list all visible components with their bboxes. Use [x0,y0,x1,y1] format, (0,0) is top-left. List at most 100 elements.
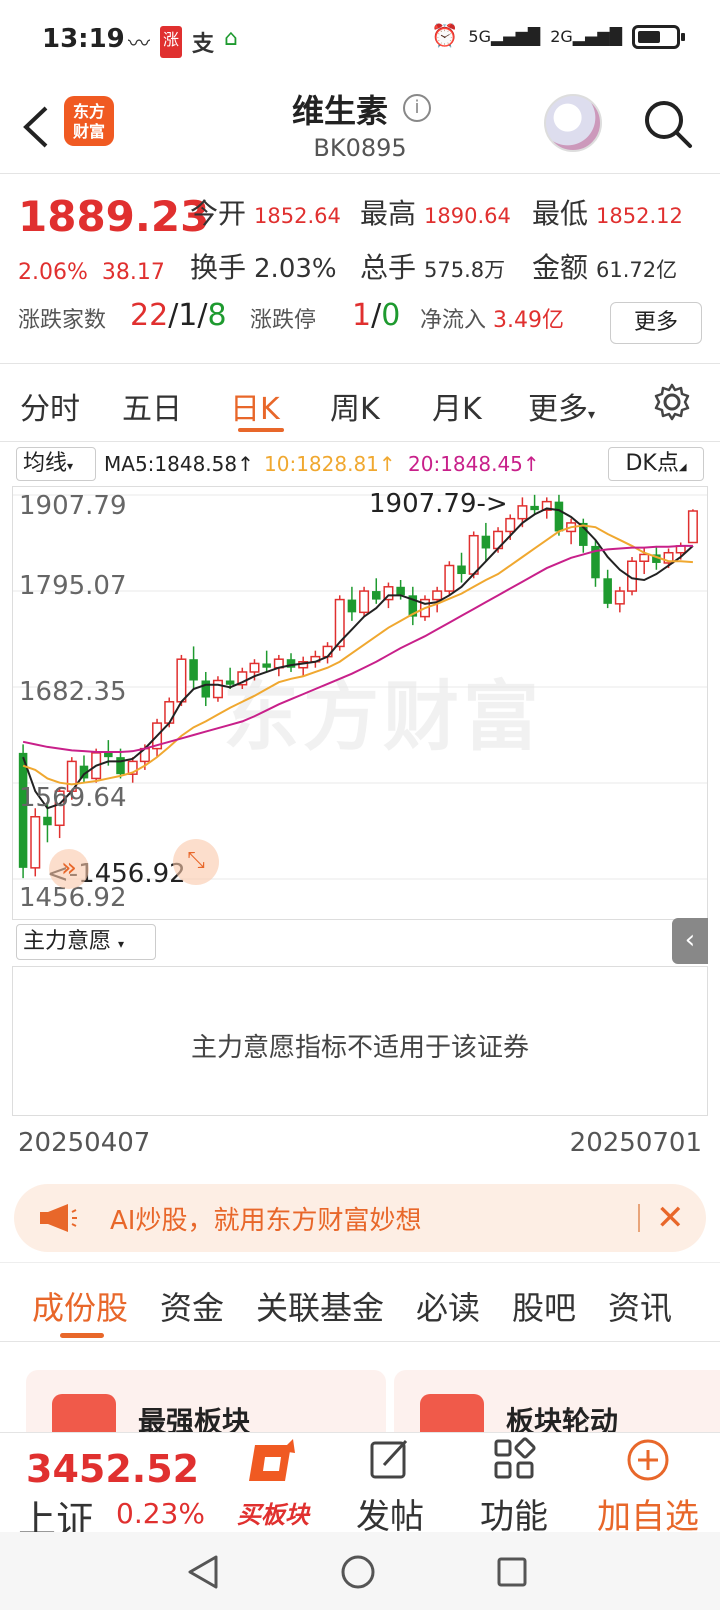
banner-divider [638,1204,640,1232]
chart-start-date: 20250407 [18,1128,151,1158]
megaphone-icon [40,1204,77,1232]
candle-body [554,501,564,532]
limit-count: 1/0 [352,298,401,333]
add-watchlist-button[interactable]: 加自选 [586,1433,710,1537]
collapse-panel-chevron-icon[interactable]: ‹ [672,918,708,964]
tab-intraday[interactable]: 分时 [20,384,80,428]
candle-body [517,505,528,520]
status-time: 13:19 [42,24,125,54]
nav-recents-icon[interactable] [496,1556,528,1588]
ma-select-dropdown[interactable]: 均线▾ [16,447,96,481]
candle [189,646,198,690]
high-field: 最高 1890.64 [360,197,511,230]
volume-field: 总手 575.8万 [360,251,506,284]
candle [603,569,612,609]
candle-body [603,578,612,604]
status-notification-icons: 〰 涨 支 ⌂ [128,26,238,58]
tab-more[interactable]: 更多▾ [528,384,595,428]
turnover-field: 换手 2.03% [190,251,337,284]
info-icon[interactable]: i [403,94,431,122]
assistant-robot-avatar[interactable] [544,94,602,152]
candle [566,518,577,545]
edit-icon [370,1439,408,1479]
status-system-icons: ⏰ 5G▂▄▆█ 2G▂▄▆█ [431,24,685,49]
wind-icon: 〰 [128,32,151,57]
close-icon[interactable]: ✕ [656,1198,685,1238]
candle [457,552,466,583]
candle [30,808,41,877]
tab-constituents[interactable]: 成份股 [32,1283,128,1329]
functions-button[interactable]: 功能 [464,1433,564,1537]
stock-code: BK0895 [313,134,407,162]
nav-back-icon[interactable] [186,1554,220,1590]
tab-news[interactable]: 资讯 [608,1283,672,1329]
candle-body [201,680,211,698]
nav-home-icon[interactable] [340,1554,376,1590]
tab-funds-flow[interactable]: 资金 [160,1283,224,1329]
candle [408,586,418,626]
low-field: 最低 1852.12 [532,197,683,230]
ma10-value: 10:1828.81↑ [264,452,396,476]
tab-related-funds[interactable]: 关联基金 [256,1283,384,1329]
last-price: 1889.23 [18,192,210,241]
search-icon[interactable] [642,98,694,150]
candle-body [30,816,41,869]
candle [687,509,698,544]
ai-banner[interactable]: AI炒股，就用东方财富妙想 ✕ [14,1184,706,1252]
home-icon: ⌂ [224,26,239,51]
page-title: 维生素 [291,92,388,130]
candle-body [468,534,479,575]
y-tick-label: 1682.35 [19,677,127,707]
buy-sector-button[interactable]: 买板块 [218,1433,328,1533]
candle-body [444,564,455,592]
candle [372,578,381,604]
candle [237,667,248,690]
section-tabs: 成份股 资金 关联基金 必读 股吧 资讯 [0,1262,720,1342]
candle-body [116,757,125,775]
system-nav-bar [0,1532,720,1610]
tab-daily-k[interactable]: 日K [230,384,280,428]
candle-body [372,591,381,600]
candle-body [249,662,260,673]
zhang-app-icon: 涨 [160,26,183,58]
index-ticker[interactable]: 3452.52 上证 0.23% [0,1433,210,1542]
tab-weekly-k[interactable]: 周K [330,384,380,428]
tab-forum[interactable]: 股吧 [512,1283,576,1329]
candle [201,671,211,707]
price-change: 2.06% 38.17 [18,260,165,285]
post-button[interactable]: 发帖 [340,1433,440,1537]
candle [530,494,539,515]
candle [298,656,309,677]
dk-point-button[interactable]: DK点◢ [608,447,704,481]
indicator-panel: 主力意愿指标不适用于该证券 [12,966,708,1116]
ma-legend-row: 均线▾ MA5:1848.58↑ 10:1828.81↑ 20:1848.45↑… [0,444,720,484]
updown-count-label: 涨跌家数 [18,308,107,333]
candle [444,561,455,596]
kline-chart[interactable]: 东方财富 1907.79 1795.07 1682.35 1569.64 145… [12,486,708,920]
y-tick-label: 1795.07 [19,571,127,601]
open-field: 今开 1852.64 [190,197,341,230]
tab-monthly-k[interactable]: 月K [432,384,482,428]
tab-five-day[interactable]: 五日 [122,384,182,428]
gear-icon[interactable] [652,382,692,422]
candle-body [43,816,52,826]
candle-body [530,505,539,511]
scroll-left-icon[interactable]: » [49,849,89,889]
more-quote-button[interactable]: 更多 [610,302,702,344]
dropdown-caret-icon: ▾ [67,459,74,473]
expand-chart-icon[interactable]: ⤡ [173,839,219,885]
netflow-field: 净流入 3.49亿 [420,308,565,333]
y-tick-label: 1907.79 [19,491,127,521]
tab-must-read[interactable]: 必读 [416,1283,480,1329]
candle-body [687,510,698,544]
candle-body [164,701,175,724]
chart-end-date: 20250701 [569,1128,702,1158]
indicator-select-dropdown[interactable]: 主力意愿 ▾ [16,924,156,960]
dropdown-caret-icon: ▾ [588,407,596,423]
bottom-bar: 3452.52 上证 0.23% 买板块 发帖 功能 加自选 [0,1432,720,1542]
candle [591,539,600,587]
grid-apps-icon [494,1437,536,1479]
plus-circle-icon [627,1439,669,1481]
updown-count: 22/1/8 [130,298,227,333]
candle-body [225,680,235,685]
